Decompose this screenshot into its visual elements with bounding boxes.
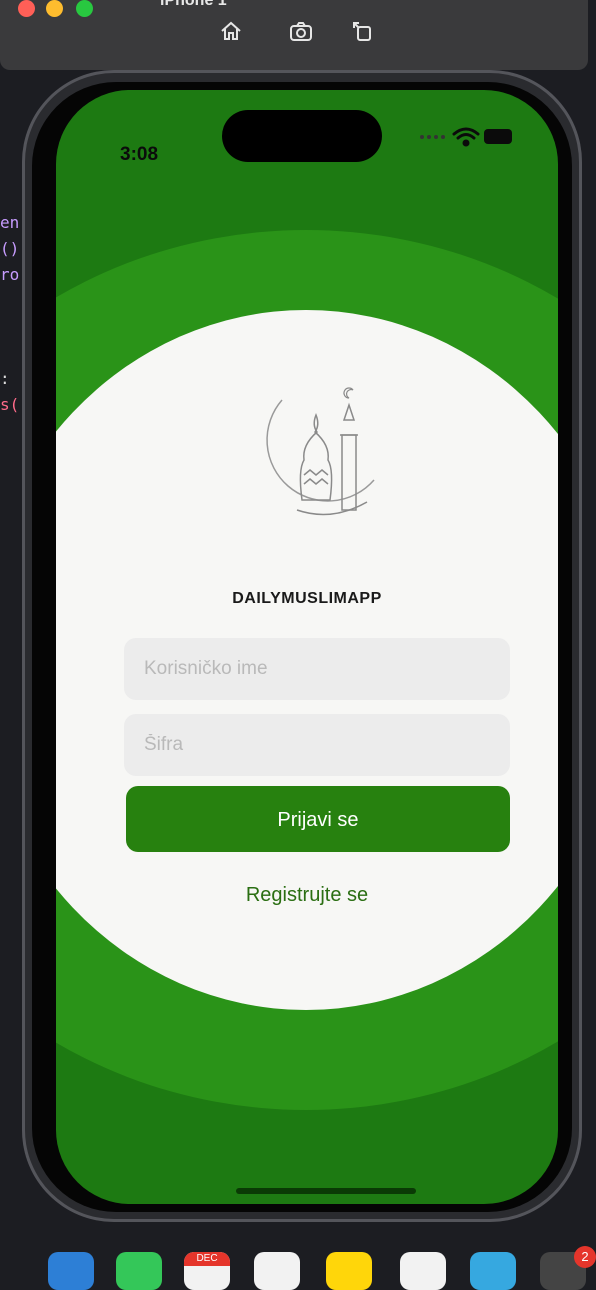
mosque-crescent-logo [266, 387, 375, 516]
macos-dock: DEC 2 [0, 1246, 596, 1290]
screenshot-icon[interactable] [288, 18, 314, 44]
password-input[interactable] [124, 714, 510, 776]
status-time: 3:08 [120, 144, 159, 165]
signal-icon [420, 135, 445, 139]
maps-icon[interactable] [400, 1252, 446, 1290]
code-line: : [0, 369, 10, 388]
calendar-icon[interactable]: DEC [184, 1252, 230, 1290]
simulator-titlebar: iPhone 1 [0, 0, 588, 70]
appstore-icon[interactable] [470, 1252, 516, 1290]
wifi-icon [452, 127, 480, 147]
zoom-window-button[interactable] [76, 0, 93, 17]
status-icons [416, 124, 516, 150]
code-editor-peek: en () ro : s( [0, 210, 24, 418]
code-line: en [0, 213, 20, 232]
username-input[interactable] [124, 638, 510, 700]
minimize-window-button[interactable] [46, 0, 63, 17]
code-line: ro [0, 265, 20, 284]
login-button[interactable]: Prijavi se [126, 786, 510, 852]
calendar-month-label: DEC [184, 1252, 230, 1266]
notification-badge: 2 [574, 1246, 596, 1268]
home-indicator[interactable] [236, 1188, 416, 1194]
code-line: s( [0, 395, 20, 414]
dynamic-island [222, 110, 382, 162]
notes-icon[interactable] [326, 1252, 372, 1290]
app-title: DAILYMUSLIMAPP [232, 590, 382, 607]
close-window-button[interactable] [18, 0, 35, 17]
phone-bezel: 3:08 DAILYMUSLIMAPP Korisničko ime Prija… [32, 82, 572, 1212]
phone-frame: 3:08 DAILYMUSLIMAPP Korisničko ime Prija… [22, 70, 582, 1222]
battery-icon [484, 129, 512, 144]
code-line: () [0, 239, 20, 258]
phone-screen: 3:08 DAILYMUSLIMAPP Korisničko ime Prija… [56, 90, 558, 1204]
facetime-icon[interactable] [116, 1252, 162, 1290]
reminders-icon[interactable] [254, 1252, 300, 1290]
home-icon[interactable] [218, 18, 244, 44]
mail-icon[interactable] [48, 1252, 94, 1290]
simulator-title: iPhone 1 [160, 0, 227, 9]
rotate-icon[interactable] [350, 18, 376, 44]
register-link[interactable]: Registrujte se [56, 884, 558, 907]
